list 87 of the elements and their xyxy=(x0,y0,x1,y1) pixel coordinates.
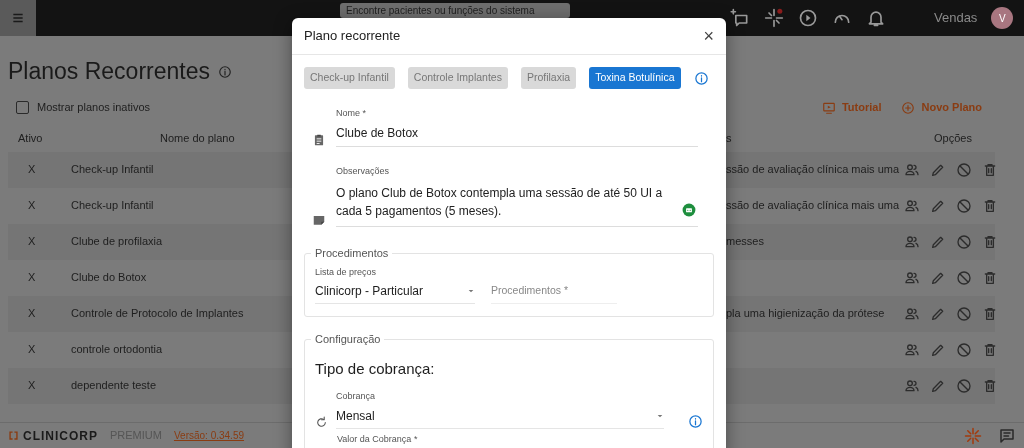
people-icon[interactable] xyxy=(904,197,920,214)
active-cell-text: X xyxy=(27,306,36,322)
menu-icon xyxy=(11,11,25,25)
block-icon[interactable] xyxy=(956,197,972,214)
logo-icon xyxy=(8,430,19,441)
user-name[interactable]: Vendas xyxy=(934,8,978,28)
refresh-icon xyxy=(315,415,328,429)
info-icon[interactable] xyxy=(693,70,709,86)
plus-circle-icon xyxy=(901,100,916,115)
chat-icon[interactable] xyxy=(998,426,1016,445)
avatar[interactable]: V xyxy=(991,7,1014,29)
page-title: Planos Recorrentes xyxy=(8,58,210,86)
modal-title: Plano recorrente xyxy=(304,27,401,46)
info-icon[interactable] xyxy=(688,413,703,429)
play-screen-icon xyxy=(821,100,836,115)
description-cell-text: ssão de avaliação clínica mais uma xyxy=(726,198,900,214)
people-icon[interactable] xyxy=(904,269,920,286)
trash-icon[interactable] xyxy=(982,269,998,286)
people-icon[interactable] xyxy=(904,161,920,178)
column-header: Nome do plano xyxy=(159,131,235,147)
people-icon[interactable] xyxy=(904,341,920,358)
template-tab[interactable]: Controle Implantes xyxy=(407,67,508,89)
plan-name-cell-text: Clube de profilaxia xyxy=(70,234,163,250)
procedures-field[interactable]: Procedimentos * xyxy=(491,283,617,304)
column-header: Opções xyxy=(933,131,972,147)
block-icon[interactable] xyxy=(956,233,972,250)
clipboard-icon xyxy=(312,132,326,147)
menu-button[interactable] xyxy=(0,0,36,36)
description-cell-text: ssão de avaliação clínica mais uma xyxy=(726,162,900,178)
play-circle-icon[interactable] xyxy=(798,8,818,28)
active-cell-text: X xyxy=(27,342,36,358)
plan-name-cell-text: controle ortodontia xyxy=(70,342,163,358)
plan-name-cell-text: Clube do Botox xyxy=(70,270,147,286)
select-value: Mensal xyxy=(336,407,375,425)
active-cell-text: X xyxy=(27,234,36,250)
template-tab[interactable]: Profilaxia xyxy=(520,67,577,89)
block-icon[interactable] xyxy=(956,341,972,358)
info-icon[interactable] xyxy=(218,64,232,79)
brand-name: CLINICORP xyxy=(23,427,98,445)
field-label: Cobrança xyxy=(336,390,377,403)
template-tab[interactable]: Toxina Botulínica xyxy=(589,67,681,89)
active-cell-text: X xyxy=(27,162,36,178)
template-tab[interactable]: Check-up Infantil xyxy=(304,67,395,89)
active-cell-text: X xyxy=(27,198,36,214)
note-icon xyxy=(312,213,326,227)
select-value: Clinicorp - Particular xyxy=(315,283,424,300)
block-icon[interactable] xyxy=(956,269,972,286)
section-legend: Configuração xyxy=(311,331,385,348)
bell-icon[interactable] xyxy=(866,8,886,28)
trash-icon[interactable] xyxy=(982,341,998,358)
chat-sparkle-icon[interactable] xyxy=(730,8,750,28)
trash-icon[interactable] xyxy=(982,161,998,178)
price-list-select[interactable]: Clinicorp - Particular xyxy=(315,282,475,304)
active-cell-text: X xyxy=(27,270,36,286)
section-legend: Procedimentos xyxy=(311,245,393,262)
plan-name-cell-text: dependente teste xyxy=(70,378,157,394)
plan-name-cell-text: Controle de Protocolo de Implantes xyxy=(70,306,244,322)
active-cell-text: X xyxy=(27,378,36,394)
close-button[interactable]: × xyxy=(703,27,714,45)
description-cell-text: pla uma higienização da prótese xyxy=(726,306,885,322)
trash-icon[interactable] xyxy=(982,233,998,250)
plan-name-cell-text: Check-up Infantil xyxy=(70,198,154,214)
checkbox[interactable] xyxy=(16,101,29,115)
people-icon[interactable] xyxy=(904,305,920,322)
billing-type-heading: Tipo de cobrança: xyxy=(315,358,436,379)
checkbox-label: Mostrar planos inativos xyxy=(37,100,151,116)
robot-icon[interactable] xyxy=(682,203,696,217)
column-header: Ativo xyxy=(17,131,43,147)
trash-icon[interactable] xyxy=(982,377,998,394)
description-cell-text: messes xyxy=(726,234,764,250)
block-icon[interactable] xyxy=(956,305,972,322)
field-label: Valor da Cobrança * xyxy=(337,432,419,446)
people-icon[interactable] xyxy=(904,233,920,250)
billing-select[interactable]: Mensal xyxy=(336,406,664,429)
text-field[interactable]: Clube de Botox xyxy=(336,123,698,147)
column-header: s xyxy=(726,131,732,147)
trash-icon[interactable] xyxy=(982,305,998,322)
search-field[interactable]: Encontre pacientes ou funções do sistema xyxy=(340,3,570,18)
field-label: Nome * xyxy=(336,107,367,120)
people-icon[interactable] xyxy=(904,377,920,394)
block-icon[interactable] xyxy=(956,161,972,178)
plan-name-cell-text: Check-up Infantil xyxy=(70,162,154,178)
block-icon[interactable] xyxy=(956,377,972,394)
trash-icon[interactable] xyxy=(982,197,998,214)
field-label: Observações xyxy=(336,164,391,178)
sparkle-icon[interactable] xyxy=(764,8,784,28)
field-label: Lista de preços xyxy=(315,265,378,279)
